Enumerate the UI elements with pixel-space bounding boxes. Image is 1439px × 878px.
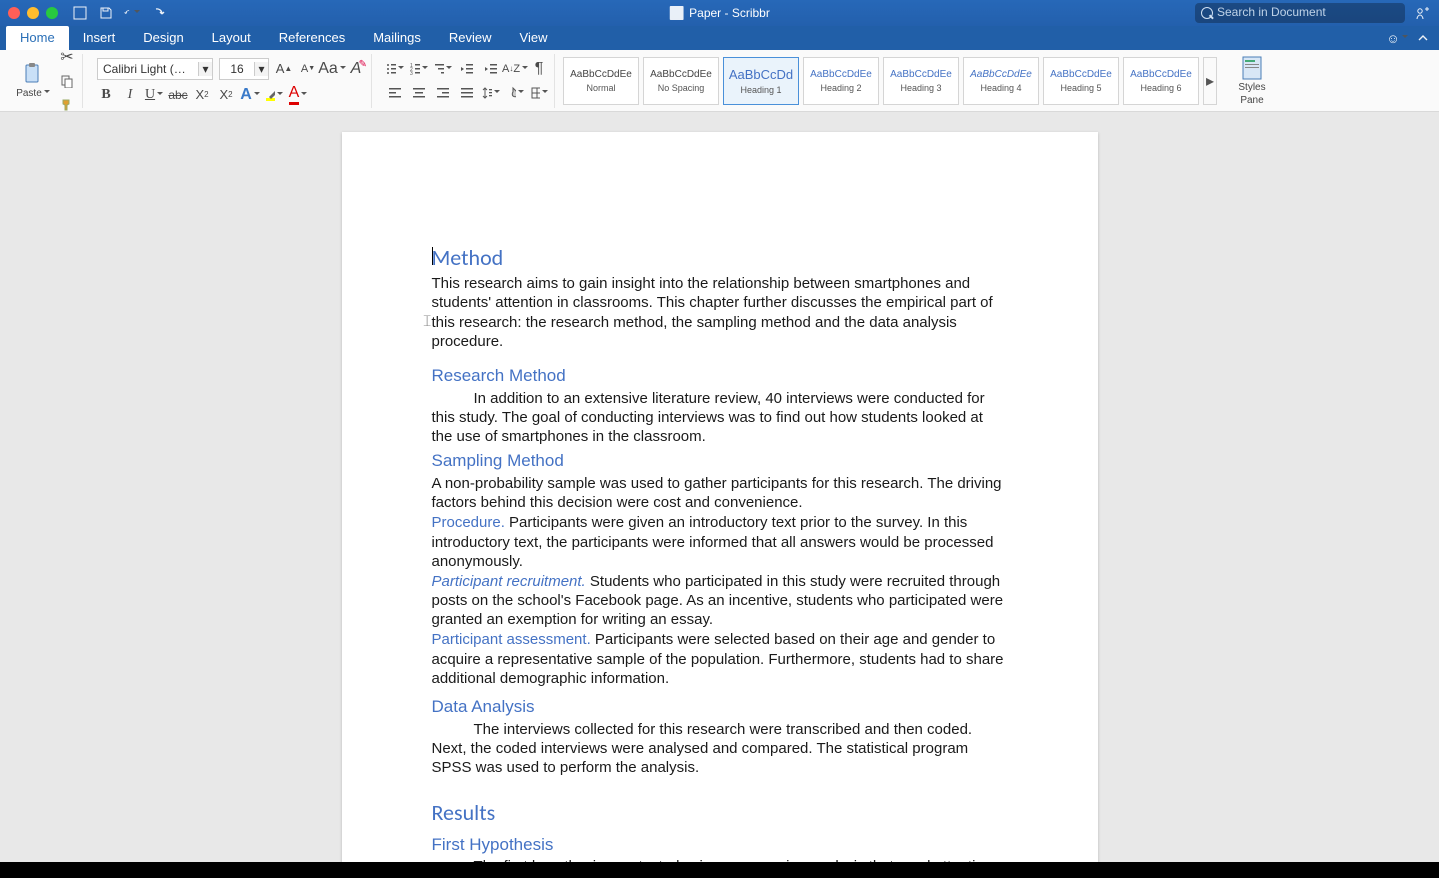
paste-button[interactable]: Paste bbox=[12, 54, 54, 108]
styles-pane-button[interactable]: Styles Pane bbox=[1231, 54, 1273, 108]
tab-layout[interactable]: Layout bbox=[198, 26, 265, 50]
zoom-window[interactable] bbox=[46, 7, 58, 19]
font-size-select[interactable]: 16▾ bbox=[219, 58, 269, 80]
body-text[interactable]: The first hypothesis was tested using a … bbox=[432, 857, 1008, 862]
grow-font-icon[interactable]: A▲ bbox=[275, 60, 293, 78]
title-bar: Paper - Scribbr Search in Document bbox=[0, 0, 1439, 26]
run-in-recruitment: Participant recruitment. bbox=[432, 573, 586, 590]
tab-references[interactable]: References bbox=[265, 26, 359, 50]
style-normal[interactable]: AaBbCcDdEeNormal bbox=[563, 57, 639, 105]
style-heading-5[interactable]: AaBbCcDdEeHeading 5 bbox=[1043, 57, 1119, 105]
tab-view[interactable]: View bbox=[506, 26, 562, 50]
close-window[interactable] bbox=[8, 7, 20, 19]
share-icon[interactable] bbox=[1415, 5, 1431, 21]
borders-icon[interactable] bbox=[530, 84, 548, 102]
window-controls bbox=[8, 7, 58, 19]
document-page[interactable]: 𝙸 Method This research aims to gain insi… bbox=[342, 132, 1098, 862]
autosave-icon[interactable] bbox=[72, 5, 88, 21]
heading-method[interactable]: Method bbox=[432, 244, 1008, 272]
align-left-icon[interactable] bbox=[386, 84, 404, 102]
styles-gallery: AaBbCcDdEeNormal AaBbCcDdEeNo Spacing Aa… bbox=[563, 54, 1217, 108]
shading-icon[interactable] bbox=[506, 84, 524, 102]
font-group: Calibri Light (…▾ 16▾ A▲ A▼ Aa A✎ B I U … bbox=[91, 54, 372, 108]
style-heading-2[interactable]: AaBbCcDdEeHeading 2 bbox=[803, 57, 879, 105]
document-canvas[interactable]: 𝙸 Method This research aims to gain insi… bbox=[0, 112, 1439, 862]
heading-first-hypothesis[interactable]: First Hypothesis bbox=[432, 834, 1008, 856]
line-spacing-icon[interactable] bbox=[482, 84, 500, 102]
tab-insert[interactable]: Insert bbox=[69, 26, 130, 50]
redo-icon[interactable] bbox=[150, 5, 166, 21]
body-text[interactable]: A non-probability sample was used to gat… bbox=[432, 474, 1008, 512]
shrink-font-icon[interactable]: A▼ bbox=[299, 60, 317, 78]
quick-access-toolbar bbox=[72, 5, 166, 21]
body-text[interactable]: This research aims to gain insight into … bbox=[432, 274, 1008, 351]
body-text[interactable]: Procedure. Participants were given an in… bbox=[432, 513, 1008, 571]
show-marks-icon[interactable]: ¶ bbox=[530, 60, 548, 78]
outdent-icon[interactable] bbox=[458, 60, 476, 78]
underline-button[interactable]: U bbox=[145, 86, 163, 104]
heading-sampling-method[interactable]: Sampling Method bbox=[432, 450, 1008, 472]
italic-button[interactable]: I bbox=[121, 86, 139, 104]
collapse-ribbon-icon[interactable] bbox=[1415, 30, 1431, 46]
numbering-icon[interactable]: 123 bbox=[410, 60, 428, 78]
bottom-bar bbox=[0, 862, 1439, 878]
paste-label: Paste bbox=[16, 88, 50, 99]
svg-text:3: 3 bbox=[410, 71, 413, 76]
align-right-icon[interactable] bbox=[434, 84, 452, 102]
save-icon[interactable] bbox=[98, 5, 114, 21]
paragraph-group: 123 A↓Z ¶ bbox=[380, 54, 555, 108]
justify-icon[interactable] bbox=[458, 84, 476, 102]
bullets-icon[interactable] bbox=[386, 60, 404, 78]
ribbon-tabs: Home Insert Design Layout References Mai… bbox=[0, 26, 1439, 50]
search-input[interactable]: Search in Document bbox=[1195, 3, 1405, 23]
style-heading-6[interactable]: AaBbCcDdEeHeading 6 bbox=[1123, 57, 1199, 105]
tab-home[interactable]: Home bbox=[6, 26, 69, 50]
tab-mailings[interactable]: Mailings bbox=[359, 26, 435, 50]
style-no-spacing[interactable]: AaBbCcDdEeNo Spacing bbox=[643, 57, 719, 105]
undo-icon[interactable] bbox=[124, 5, 140, 21]
emoji-help-icon[interactable]: ☺ bbox=[1389, 30, 1405, 46]
ribbon: Paste ✂ Calibri Light (…▾ 16▾ A▲ A▼ Aa A… bbox=[0, 50, 1439, 112]
subscript-button[interactable]: X2 bbox=[193, 86, 211, 104]
heading-research-method[interactable]: Research Method bbox=[432, 365, 1008, 387]
font-name-select[interactable]: Calibri Light (…▾ bbox=[97, 58, 213, 80]
text-effects-icon[interactable]: A bbox=[241, 86, 259, 104]
copy-icon[interactable] bbox=[58, 72, 76, 90]
superscript-button[interactable]: X2 bbox=[217, 86, 235, 104]
body-text[interactable]: Participant recruitment. Students who pa… bbox=[432, 572, 1008, 630]
style-heading-3[interactable]: AaBbCcDdEeHeading 3 bbox=[883, 57, 959, 105]
body-text[interactable]: Participant assessment. Participants wer… bbox=[432, 630, 1008, 688]
text-cursor-icon: 𝙸 bbox=[422, 312, 433, 332]
highlight-icon[interactable] bbox=[265, 86, 283, 104]
heading-results[interactable]: Results bbox=[432, 799, 1008, 827]
bold-button[interactable]: B bbox=[97, 86, 115, 104]
style-heading-4[interactable]: AaBbCcDdEeHeading 4 bbox=[963, 57, 1039, 105]
tab-review[interactable]: Review bbox=[435, 26, 506, 50]
run-in-assessment: Participant assessment. bbox=[432, 631, 591, 648]
clipboard-group: Paste ✂ bbox=[6, 54, 83, 108]
format-painter-icon[interactable] bbox=[58, 96, 76, 114]
indent-icon[interactable] bbox=[482, 60, 500, 78]
title-text: Paper - Scribbr bbox=[689, 6, 770, 20]
more-styles-icon[interactable]: ▸ bbox=[1203, 57, 1217, 105]
sort-icon[interactable]: A↓Z bbox=[506, 60, 524, 78]
font-color-icon[interactable]: A bbox=[289, 86, 307, 104]
multilevel-icon[interactable] bbox=[434, 60, 452, 78]
strike-button[interactable]: abc bbox=[169, 86, 187, 104]
style-heading-1[interactable]: AaBbCcDdHeading 1 bbox=[723, 57, 799, 105]
cut-icon[interactable]: ✂ bbox=[58, 48, 76, 66]
clear-format-icon[interactable]: A✎ bbox=[347, 60, 365, 78]
minimize-window[interactable] bbox=[27, 7, 39, 19]
align-center-icon[interactable] bbox=[410, 84, 428, 102]
doc-title: Paper - Scribbr bbox=[669, 6, 770, 20]
body-text[interactable]: The interviews collected for this resear… bbox=[432, 720, 1008, 778]
word-doc-icon bbox=[669, 6, 683, 20]
body-text[interactable]: In addition to an extensive literature r… bbox=[432, 389, 1008, 447]
change-case-icon[interactable]: Aa bbox=[323, 60, 341, 78]
run-in-procedure: Procedure. bbox=[432, 514, 505, 531]
tab-design[interactable]: Design bbox=[129, 26, 197, 50]
heading-data-analysis[interactable]: Data Analysis bbox=[432, 696, 1008, 718]
styles-pane-group: Styles Pane bbox=[1225, 54, 1279, 108]
